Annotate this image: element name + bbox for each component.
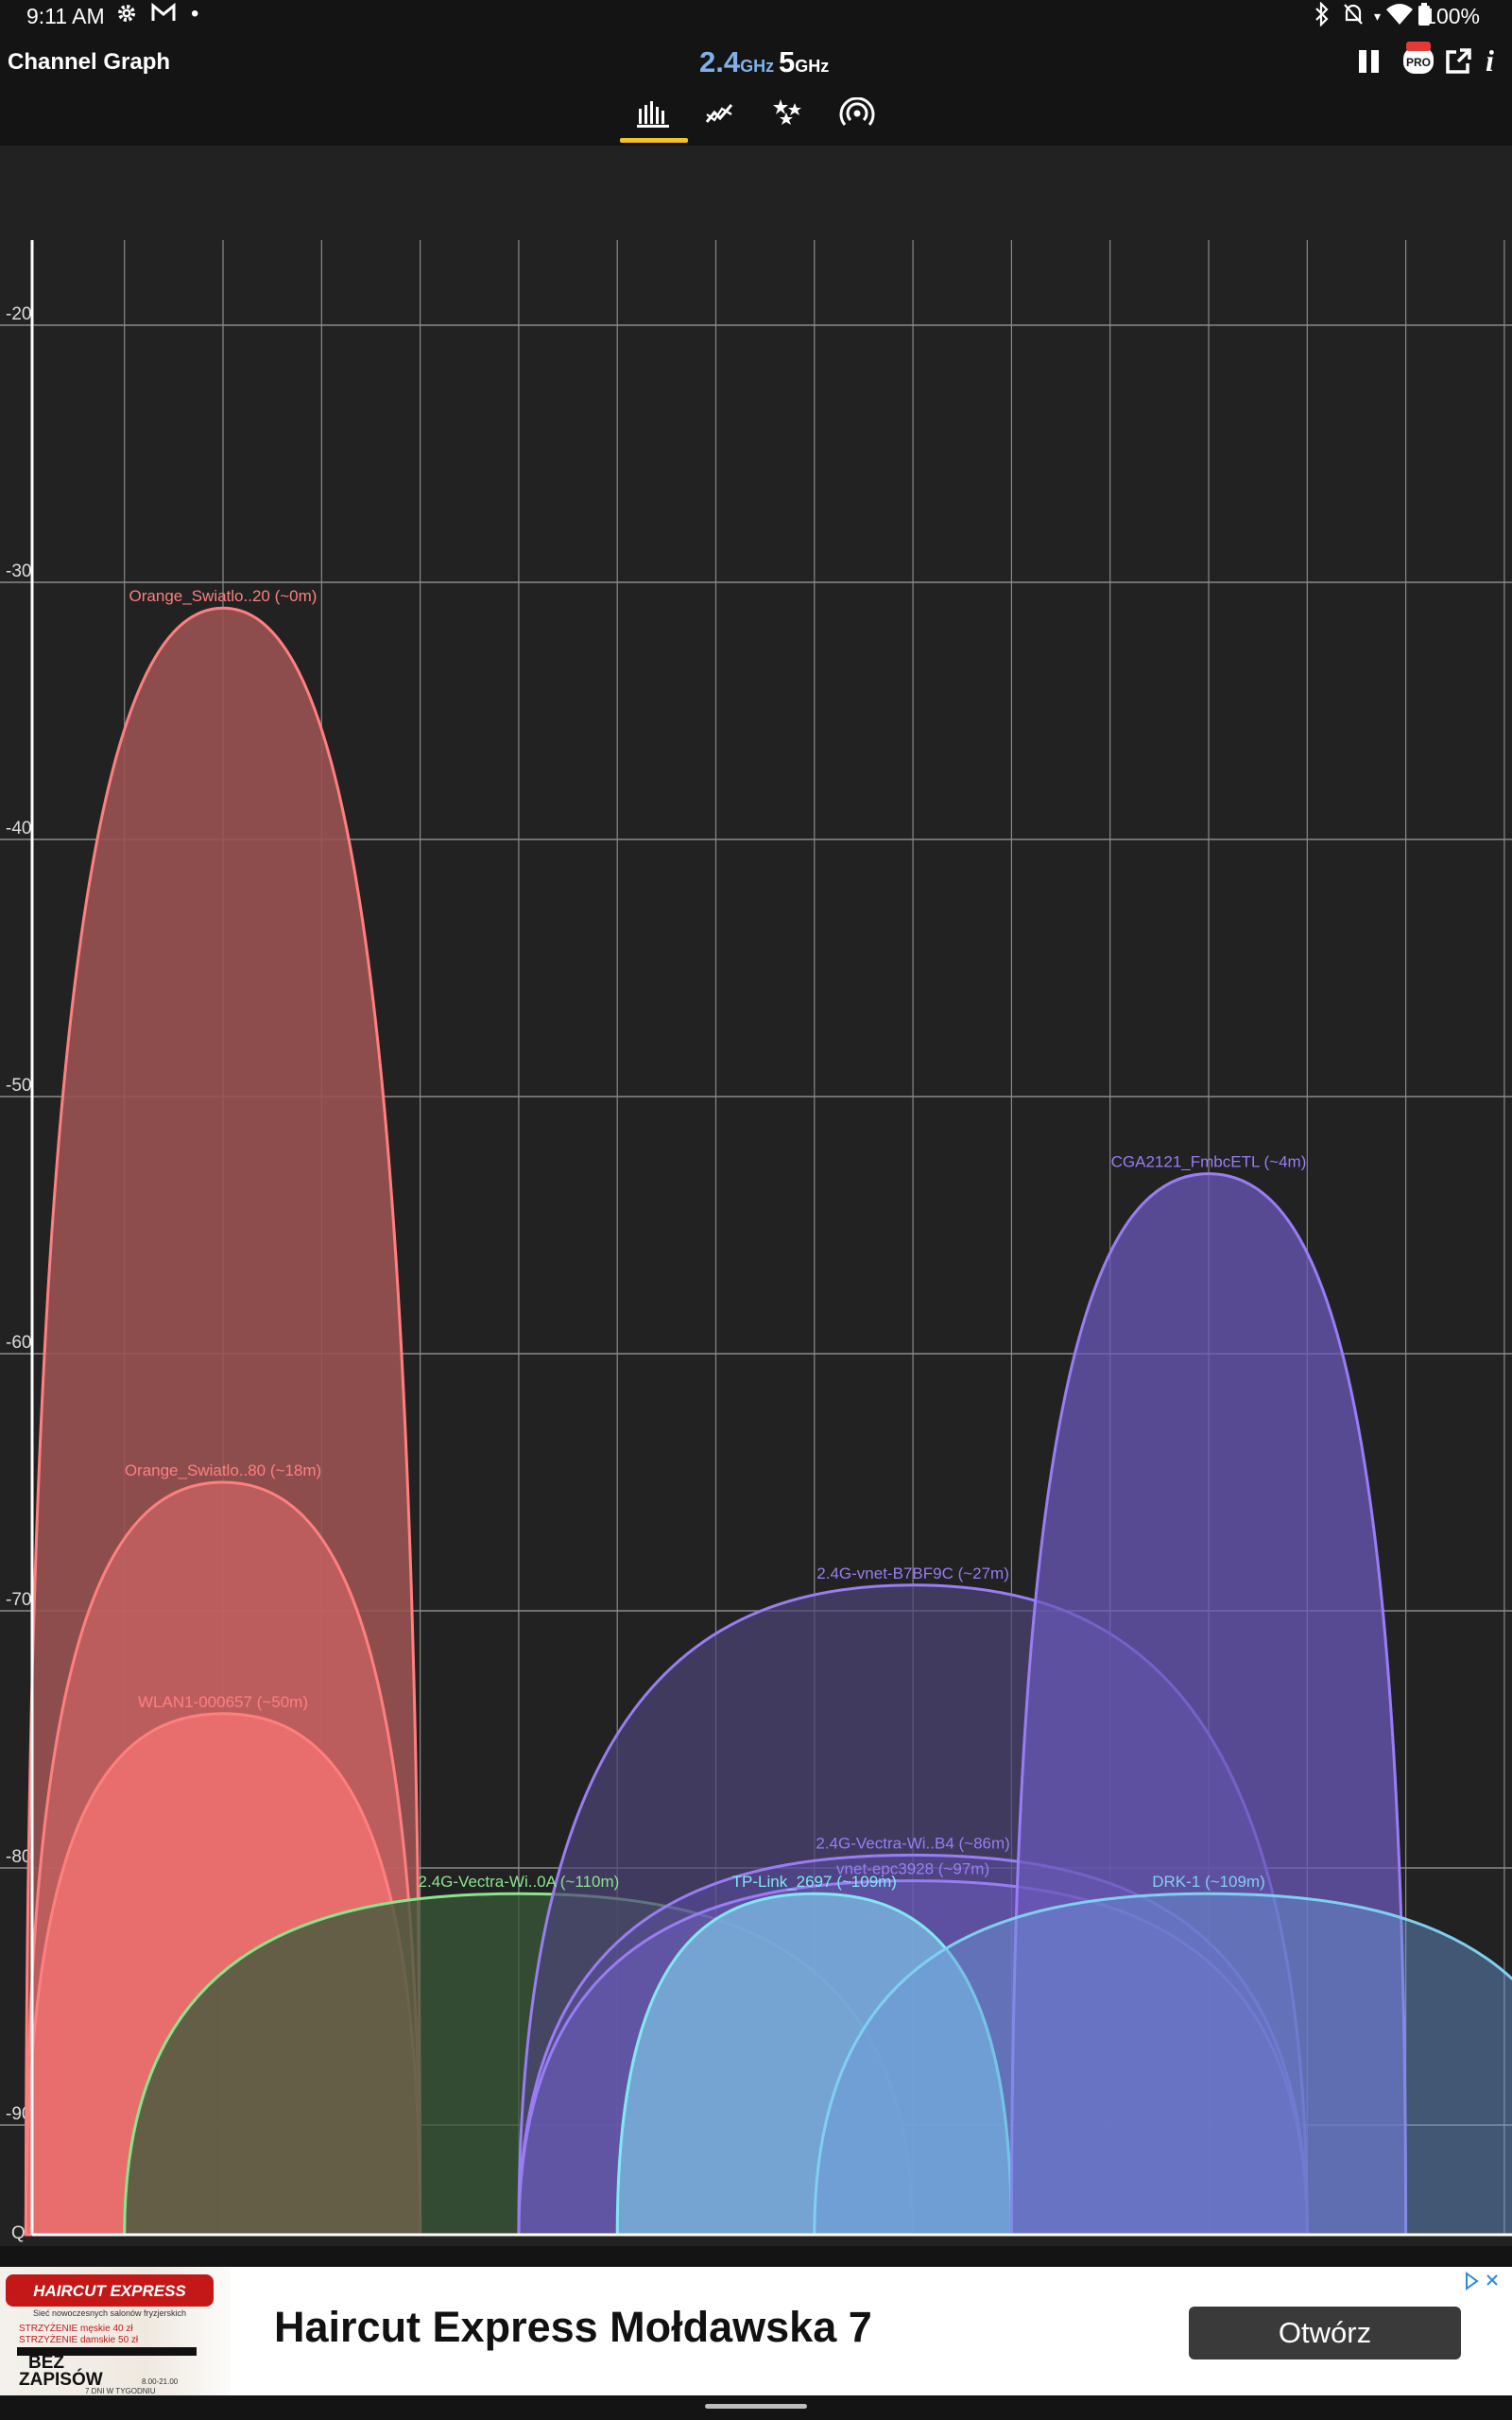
ad-image[interactable]: HAIRCUT EXPRESS Sieć nowoczesnych salonó… (0, 2267, 246, 2395)
series-label: 2.4G-Vectra-Wi..B4 (~86m) (816, 1834, 1009, 1852)
series-label: Orange_Swiatlo..80 (~18m) (125, 1461, 321, 1479)
ad-image-line-5: 8.00-21.00 (142, 2377, 179, 2386)
channel-graph-chart: -20 -30 -40 -50 -60 -70 -80 -90 Q Orange_Swiatlo.… (0, 146, 1512, 2246)
series-label: CGA2121_FmbcETL (~4m) (1111, 1153, 1307, 1171)
tab-access-points[interactable] (824, 89, 890, 138)
status-time: 9:11 AM (26, 4, 105, 28)
y-tick-label: -50 (6, 1076, 31, 1096)
y-tick-label: -20 (6, 304, 31, 324)
series-label: TP-Link_2697 (~109m) (732, 1873, 897, 1891)
series-label: 2.4G-vnet-B7BF9C (~27m) (816, 1564, 1009, 1582)
status-bar: 9:11 AM • ▾ 100% (0, 0, 1512, 36)
line-chart-icon (705, 104, 733, 123)
selected-tab-indicator (620, 138, 688, 143)
ad-banner[interactable]: HAIRCUT EXPRESS Sieć nowoczesnych salonó… (0, 2267, 1512, 2395)
bar-chart-icon (637, 101, 669, 128)
series-label: Orange_Swiatlo..20 (~0m) (129, 587, 318, 605)
ad-image-line-2: STRZYŻENIE damskie 50 zł (19, 2333, 139, 2345)
series-label: DRK-1 (~109m) (1152, 1873, 1265, 1891)
ad-image-sub: Sieć nowoczesnych salonów fryzjerskich (33, 2308, 186, 2318)
band-5ghz-toggle[interactable]: 5GHz (779, 45, 829, 79)
band-2-4-number: 2.4 (699, 45, 741, 78)
signal-icon (839, 97, 875, 126)
ad-title[interactable]: Haircut Express Mołdawska 7 (274, 2303, 872, 2352)
info-icon[interactable]: i (1486, 43, 1494, 78)
signal-caret-icon: ▾ (1374, 9, 1382, 24)
band-2-4ghz-toggle[interactable]: 2.4GHz (699, 45, 774, 79)
ad-image-logo: HAIRCUT EXPRESS (33, 2282, 186, 2300)
stars-icon (773, 99, 801, 125)
home-gesture-handle[interactable] (705, 2404, 807, 2409)
series-label: 2.4G-Vectra-Wi..0A (~110m) (419, 1873, 620, 1891)
y-tick-label: -70 (6, 1590, 31, 1610)
ad-image-line-6: 7 DNI W TYGODNIU (85, 2387, 156, 2395)
series-label: WLAN1-000657 (~50m) (138, 1693, 308, 1711)
bluetooth-icon (1314, 1, 1331, 34)
band-5-number: 5 (779, 45, 796, 78)
navigation-bar (0, 2395, 1512, 2420)
pro-badge-icon[interactable]: PRO (1402, 40, 1435, 84)
band-5-unit: GHz (795, 57, 830, 76)
y-tick-label: Q (11, 2223, 26, 2243)
ad-image-line-1: STRZYŻENIE męskie 40 zł (19, 2322, 133, 2334)
ad-open-button[interactable]: Otwórz (1189, 2307, 1461, 2360)
gear-icon (115, 2, 138, 32)
tab-time-graph[interactable] (687, 89, 753, 138)
y-tick-label: -60 (6, 1333, 31, 1353)
mute-icon (1342, 2, 1365, 34)
adchoices-icon[interactable] (1463, 2271, 1504, 2291)
svg-text:PRO: PRO (1406, 56, 1431, 69)
tab-channel-graph[interactable] (621, 89, 687, 138)
app-bar: Channel Graph 2.4GHz 5GHz PRO i (0, 36, 1512, 146)
wifi-icon (1385, 2, 1414, 34)
page-title: Channel Graph (8, 49, 171, 75)
tab-channel-rating[interactable] (755, 89, 821, 138)
dot-icon: • (191, 1, 199, 26)
pause-icon[interactable] (1355, 47, 1383, 84)
band-2-4-unit: GHz (740, 57, 775, 76)
battery-percent: 100% (1424, 4, 1480, 28)
gmail-icon (151, 2, 176, 30)
y-tick-label: -40 (6, 819, 31, 838)
export-icon[interactable] (1444, 47, 1472, 84)
y-tick-label: -30 (6, 562, 31, 581)
channel-graph-svg: -20-30-40-50-60-70-80-90QOrange_Swiatlo.… (0, 240, 1512, 2243)
